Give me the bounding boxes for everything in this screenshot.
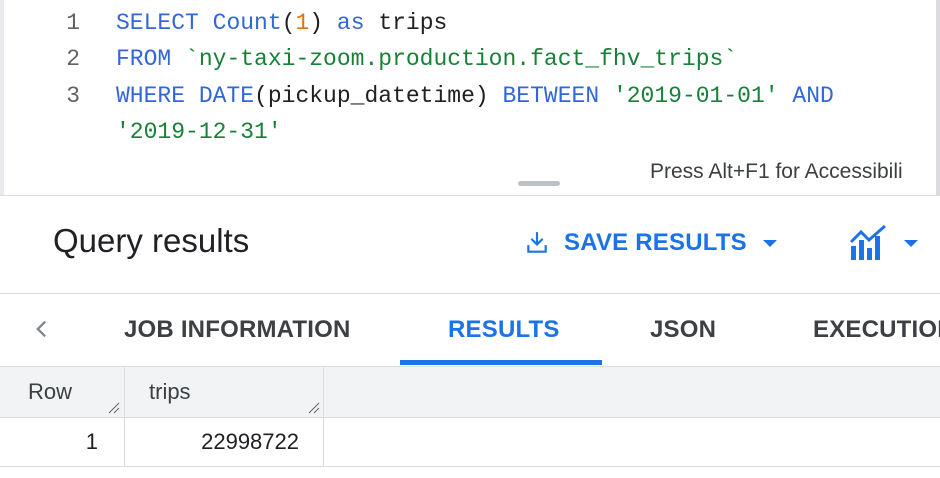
column-resize-icon[interactable] [308,402,320,414]
keyword-from: FROM [116,46,172,72]
results-table: Row trips 1 22998722 [0,367,940,478]
results-header: Query results SAVE RESULTS [0,196,940,294]
sql-editor[interactable]: 1 2 3 SELECT Count(1) as trips FROM `ny-… [0,0,940,196]
table-header-row [0,367,940,418]
chevron-down-icon [904,239,918,247]
table-cell-trips[interactable]: 22998722 [124,418,299,466]
results-tabs: JOB INFORMATION RESULTS JSON EXECUTIOI [0,294,940,367]
line-number: 1 [66,10,80,36]
code-line-3[interactable]: WHERE DATE(pickup_datetime) BETWEEN '201… [116,82,834,110]
editor-left-border [0,0,4,195]
keyword-as: as [336,10,365,36]
column-alias: trips [378,10,448,36]
accessibility-hint: Press Alt+F1 for Accessibili [650,160,903,183]
paren-open: ( [281,10,296,36]
line-number: 3 [66,83,80,109]
function-date: DATE [198,83,255,109]
editor-scrollbar[interactable] [936,0,940,195]
table-reference: `ny-taxi-zoom.production.fact_fhv_trips` [185,46,738,72]
keyword-and: AND [792,83,834,109]
keyword-where: WHERE [116,83,186,109]
date-literal-end: '2019-12-31' [116,119,282,145]
keyword-select: SELECT [116,10,199,36]
table-row-number: 1 [85,429,98,454]
code-line-3-wrapped[interactable]: '2019-12-31' [116,118,282,146]
chevron-left-icon[interactable] [28,314,56,344]
function-count: Count [212,10,282,36]
code-line-1[interactable]: SELECT Count(1) as trips [116,9,447,37]
function-argument: (pickup_datetime) [254,83,489,109]
tab-job-information[interactable]: JOB INFORMATION [124,294,351,366]
download-icon [527,232,547,253]
save-results-label: SAVE RESULTS [564,229,747,256]
editor-resize-handle[interactable] [518,181,560,186]
column-header-trips: trips [149,379,191,404]
column-header-row: Row [28,379,73,404]
explore-data-button[interactable] [848,224,918,262]
row-divider [0,466,940,467]
column-divider [323,367,324,467]
code-line-2[interactable]: FROM `ny-taxi-zoom.production.fact_fhv_t… [116,45,737,73]
results-title: Query results [53,222,250,259]
save-results-button[interactable]: SAVE RESULTS [524,226,777,260]
tab-json[interactable]: JSON [650,294,716,366]
active-tab-indicator [400,360,602,365]
chart-icon [849,224,886,260]
number-literal: 1 [295,10,310,36]
tab-results[interactable]: RESULTS [448,294,560,366]
line-number: 2 [66,46,80,72]
keyword-between: BETWEEN [502,83,600,109]
chevron-down-icon [762,239,777,247]
column-resize-icon[interactable] [108,402,120,414]
tab-execution[interactable]: EXECUTIOI [813,294,940,366]
paren-close: ) [309,10,324,36]
date-literal-start: '2019-01-01' [612,83,779,109]
